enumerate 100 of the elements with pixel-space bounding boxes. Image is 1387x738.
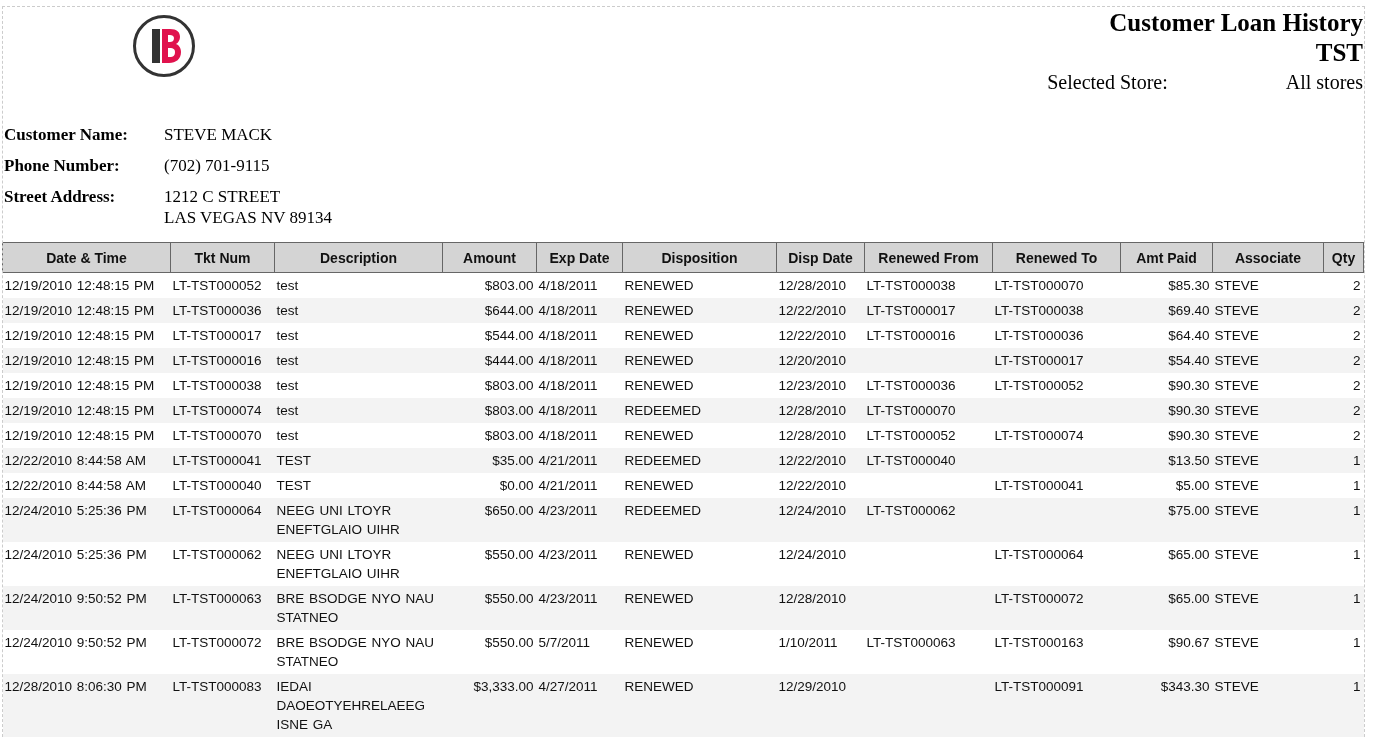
table-cell: LT-TST000036 — [994, 328, 1084, 343]
table-cell: 12/22/2010 — [778, 453, 847, 468]
table-cell: 1 — [1353, 478, 1361, 493]
table-cell: RENEWED — [624, 428, 694, 443]
table-cell: 12/24/2010 9:50:52 PM — [4, 635, 147, 650]
column-header: Associate — [1212, 242, 1324, 273]
table-cell: LT-TST000070 — [172, 428, 262, 443]
table-cell: LT-TST000036 — [866, 378, 956, 393]
table-cell: LT-TST000016 — [172, 353, 262, 368]
table-cell: 12/19/2010 12:48:15 PM — [4, 403, 155, 418]
table-cell: 2 — [1353, 353, 1361, 368]
logo-icon — [132, 14, 196, 78]
table-cell: $343.30 — [1160, 679, 1210, 694]
field-label: Customer Name: — [4, 124, 129, 145]
table-cell: RENEWED — [624, 679, 694, 694]
table-cell: LT-TST000016 — [866, 328, 956, 343]
table-cell: $65.00 — [1168, 591, 1210, 606]
table-cell: 12/20/2010 — [778, 353, 847, 368]
table-cell: TEST — [276, 453, 311, 468]
table-cell: LT-TST000074 — [994, 428, 1084, 443]
table-cell: 12/28/2010 — [778, 591, 847, 606]
table-cell: $69.40 — [1168, 303, 1210, 318]
table-cell: test — [276, 353, 299, 368]
table-cell: RENEWED — [624, 478, 694, 493]
column-header: Exp Date — [536, 242, 623, 273]
table-cell: $644.00 — [484, 303, 534, 318]
table-cell: RENEWED — [624, 635, 694, 650]
table-cell: LT-TST000062 — [866, 503, 956, 518]
table-cell: 4/21/2011 — [538, 453, 598, 468]
table-cell: RENEWED — [624, 278, 694, 293]
table-cell: $550.00 — [484, 547, 534, 562]
table-cell: 12/28/2010 8:06:30 PM — [4, 679, 147, 694]
table-cell: $90.67 — [1168, 635, 1210, 650]
column-header: Amt Paid — [1120, 242, 1213, 273]
table-cell: 12/22/2010 — [778, 328, 847, 343]
table-cell: NEEG UNI LTOYR ENEFTGLAIO UIHR — [276, 547, 400, 581]
table-cell: $85.30 — [1168, 278, 1210, 293]
field-value: (702) 701-9115 — [164, 155, 271, 176]
column-header: Renewed To — [992, 242, 1121, 273]
table-cell: 12/28/2010 — [778, 278, 847, 293]
table-cell: RENEWED — [624, 328, 694, 343]
table-cell: $90.30 — [1168, 378, 1210, 393]
table-cell: $35.00 — [492, 453, 534, 468]
selected-store-label: Selected Store: — [1047, 70, 1168, 95]
field-value: LAS VEGAS NV 89134 — [164, 207, 333, 228]
table-cell: 12/29/2010 — [778, 679, 847, 694]
table-cell: LT-TST000038 — [172, 378, 262, 393]
table-cell: LT-TST000163 — [994, 635, 1084, 650]
table-cell: REDEEMED — [624, 503, 701, 518]
table-cell: 2 — [1353, 328, 1361, 343]
column-header: Date & Time — [2, 242, 171, 273]
table-cell: $5.00 — [1175, 478, 1210, 493]
table-cell: STEVE — [1214, 503, 1259, 518]
table-cell: 12/22/2010 — [778, 303, 847, 318]
table-cell: LT-TST000017 — [994, 353, 1084, 368]
table-cell: $803.00 — [484, 428, 534, 443]
table-cell: 2 — [1353, 403, 1361, 418]
report-title: Customer Loan History — [1109, 8, 1363, 38]
table-cell: $90.30 — [1168, 428, 1210, 443]
table-cell: 2 — [1353, 278, 1361, 293]
table-cell: 12/24/2010 — [778, 503, 847, 518]
table-cell: test — [276, 328, 299, 343]
table-cell: STEVE — [1214, 278, 1259, 293]
table-cell: test — [276, 428, 299, 443]
table-cell: LT-TST000074 — [172, 403, 262, 418]
column-header: Renewed From — [864, 242, 993, 273]
table-cell: LT-TST000062 — [172, 547, 262, 562]
column-header: Description — [274, 242, 443, 273]
table-cell: 4/23/2011 — [538, 547, 598, 562]
field-label: Phone Number: — [4, 155, 121, 176]
table-cell: 1 — [1353, 591, 1361, 606]
field-value: STEVE MACK — [164, 124, 274, 145]
table-cell: STEVE — [1214, 353, 1259, 368]
table-cell: 4/18/2011 — [538, 328, 598, 343]
table-cell: RENEWED — [624, 378, 694, 393]
table-cell: LT-TST000070 — [866, 403, 956, 418]
table-cell: TEST — [276, 478, 311, 493]
table-cell: 12/24/2010 5:25:36 PM — [4, 503, 147, 518]
table-cell: 12/19/2010 12:48:15 PM — [4, 278, 155, 293]
table-cell: $803.00 — [484, 378, 534, 393]
table-cell: test — [276, 378, 299, 393]
table-cell: LT-TST000052 — [994, 378, 1084, 393]
table-cell: STEVE — [1214, 547, 1259, 562]
table-cell: LT-TST000091 — [994, 679, 1084, 694]
table-cell: $54.40 — [1168, 353, 1210, 368]
table-cell: BRE BSODGE NYO NAU STATNEO — [276, 635, 435, 669]
table-cell: LT-TST000040 — [172, 478, 262, 493]
table-cell: 4/18/2011 — [538, 278, 598, 293]
store-code: TST — [1315, 38, 1363, 68]
table-cell: 2 — [1353, 428, 1361, 443]
table-cell: $65.00 — [1168, 547, 1210, 562]
table-cell: LT-TST000072 — [994, 591, 1084, 606]
table-cell: 2 — [1353, 378, 1361, 393]
field-value: 1212 C STREET — [164, 186, 282, 207]
table-cell: LT-TST000017 — [866, 303, 956, 318]
table-cell: STEVE — [1214, 378, 1259, 393]
table-cell: IEDAI DAOEOTYEHRELAEEG ISNE GA — [276, 679, 426, 732]
table-cell: STEVE — [1214, 303, 1259, 318]
table-cell: 12/28/2010 — [778, 428, 847, 443]
column-header: Disp Date — [776, 242, 865, 273]
